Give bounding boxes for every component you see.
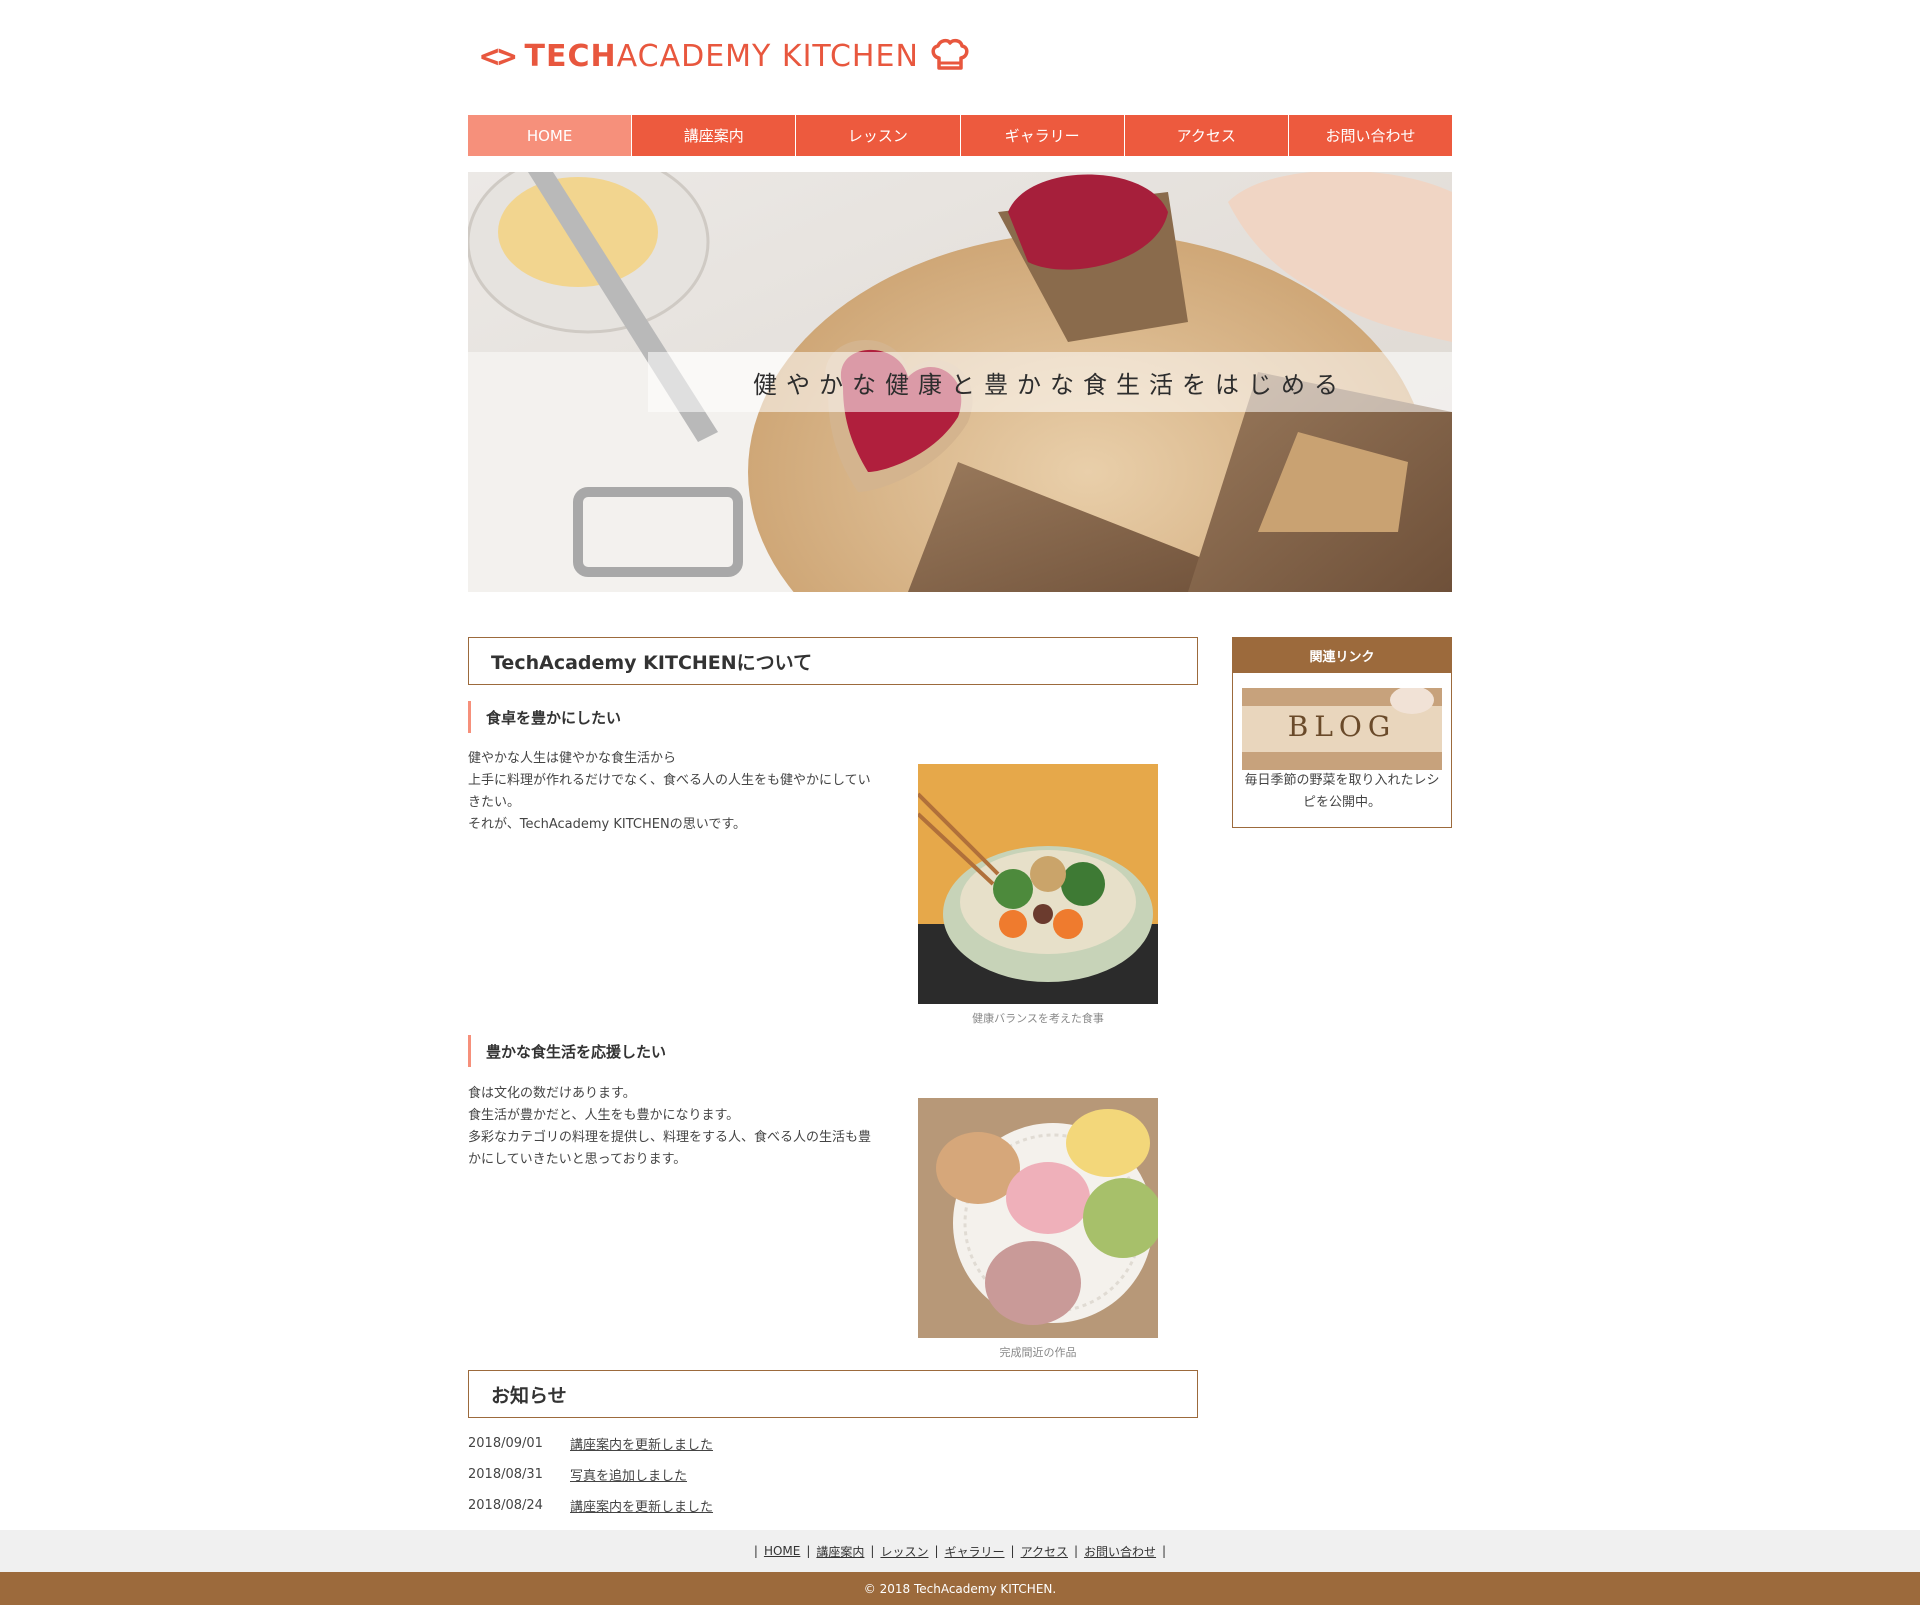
healthy-meal-photo [916, 764, 1158, 1004]
figure-caption: 健康バランスを考えた食事 [972, 1012, 1104, 1025]
footer-separator: | [870, 1544, 875, 1558]
footer-copyright: © 2018 TechAcademy KITCHEN. [0, 1572, 1920, 1605]
news-link[interactable]: 講座案内を更新しました [570, 1434, 713, 1453]
news-link[interactable]: 講座案内を更新しました [570, 1496, 713, 1515]
news-item: 2018/09/01 講座案内を更新しました [468, 1428, 713, 1459]
nav-item-home[interactable]: HOME [468, 115, 633, 156]
sidebar-heading: 関連リンク [1233, 638, 1451, 673]
news-date: 2018/09/01 [468, 1436, 543, 1451]
blog-banner-word: BLOG [1287, 710, 1397, 743]
nav-item-gallery[interactable]: ギャラリー [960, 115, 1125, 156]
subheading-dining-table: 食卓を豊かにしたい [468, 701, 621, 733]
hero-catchcopy: 健やかな健康と豊かな食生活をはじめる [753, 370, 1347, 399]
news-list: 2018/09/01 講座案内を更新しました 2018/08/31 写真を追加し… [468, 1428, 713, 1521]
page: <> TECHACADEMY KITCHEN HOME 講座案内 レッスン ギャ… [0, 0, 1920, 1605]
paragraph-dining-table: 健やかな人生は健やかな食生活から 上手に料理が作れるだけでなく、食べる人の人生を… [468, 748, 908, 836]
footer-link-home[interactable]: HOME [764, 1544, 800, 1558]
footer-link-lessons[interactable]: レッスン [880, 1543, 928, 1560]
hero-image: 健やかな健康と豊かな食生活をはじめる [468, 172, 1452, 592]
footer-link-contact[interactable]: お問い合わせ [1084, 1543, 1156, 1560]
footer-link-courses[interactable]: 講座案内 [816, 1543, 864, 1560]
footer-link-gallery[interactable]: ギャラリー [945, 1543, 1005, 1560]
footer-link-access[interactable]: アクセス [1021, 1543, 1068, 1560]
footer-separator: | [753, 1544, 758, 1558]
paragraph-line: 上手に料理が作れるだけでなく、食べる人の人生をも健やかにしてい [468, 773, 871, 788]
sidebar-related-links: 関連リンク BLOG 毎日季節の野菜を取り入れたレシ ピを公開中。 [1232, 637, 1452, 828]
nav-item-lessons[interactable]: レッスン [796, 115, 961, 156]
paragraph-line: かにしていきたいと思っております。 [468, 1152, 687, 1167]
figure-caption: 完成間近の作品 [999, 1346, 1077, 1359]
figure-healthy-meal: 健康バランスを考えた食事 [916, 764, 1158, 1026]
nav-item-contact[interactable]: お問い合わせ [1288, 115, 1453, 156]
figure-macarons: 完成間近の作品 [918, 1098, 1163, 1360]
paragraph-food-life: 食は文化の数だけあります。 食生活が豊かだと、人生をも豊かになります。 多彩なカ… [468, 1083, 908, 1171]
site-logo[interactable]: <> TECHACADEMY KITCHEN [480, 37, 971, 75]
footer-separator: | [934, 1544, 939, 1558]
section-heading-news: お知らせ [468, 1370, 1198, 1418]
paragraph-line: 食生活が豊かだと、人生をも豊かになります。 [468, 1108, 740, 1123]
news-item: 2018/08/31 写真を追加しました [468, 1459, 713, 1490]
paragraph-line: きたい。 [468, 795, 521, 810]
paragraph-line: 多彩なカテゴリの料理を提供し、料理をする人、食べる人の生活も豊 [468, 1130, 872, 1145]
sidebar-description: 毎日季節の野菜を取り入れたレシ ピを公開中。 [1233, 770, 1451, 814]
logo-text-academy: ACADEMY KITCHEN [616, 38, 919, 74]
paragraph-line: それが、TechAcademy KITCHENの思いです。 [468, 817, 747, 832]
footer-separator: | [1010, 1544, 1015, 1558]
nav-item-courses[interactable]: 講座案内 [632, 115, 797, 156]
section-heading-about: TechAcademy KITCHENについて [468, 637, 1198, 685]
blog-banner[interactable]: BLOG [1242, 688, 1442, 770]
news-date: 2018/08/31 [468, 1467, 543, 1482]
news-date: 2018/08/24 [468, 1498, 543, 1513]
hero-caption-band: 健やかな健康と豊かな食生活をはじめる [648, 352, 1452, 412]
footer-separator: | [806, 1544, 811, 1558]
footer-separator: | [1073, 1544, 1079, 1558]
chef-hat-icon [931, 38, 969, 70]
paragraph-line: 健やかな人生は健やかな食生活から [468, 751, 677, 766]
paragraph-line: 食は文化の数だけあります。 [468, 1086, 636, 1101]
footer-separator: | [1162, 1544, 1167, 1558]
global-nav: HOME 講座案内 レッスン ギャラリー アクセス お問い合わせ [468, 115, 1453, 156]
logo-brackets-icon: <> [480, 37, 517, 75]
footer-nav: | HOME | 講座案内 | レッスン | ギャラリー | アクセス | お問… [0, 1530, 1920, 1572]
logo-text: TECHACADEMY KITCHEN [525, 39, 919, 74]
sidebar-description-line: 毎日季節の野菜を取り入れたレシ [1244, 773, 1440, 788]
logo-text-tech: TECH [524, 38, 617, 74]
macarons-photo [918, 1098, 1163, 1338]
subheading-food-life: 豊かな食生活を応援したい [468, 1035, 666, 1067]
nav-item-access[interactable]: アクセス [1124, 115, 1289, 156]
news-link[interactable]: 写真を追加しました [570, 1465, 687, 1484]
sidebar-description-line: ピを公開中。 [1302, 795, 1381, 810]
news-item: 2018/08/24 講座案内を更新しました [468, 1490, 713, 1521]
